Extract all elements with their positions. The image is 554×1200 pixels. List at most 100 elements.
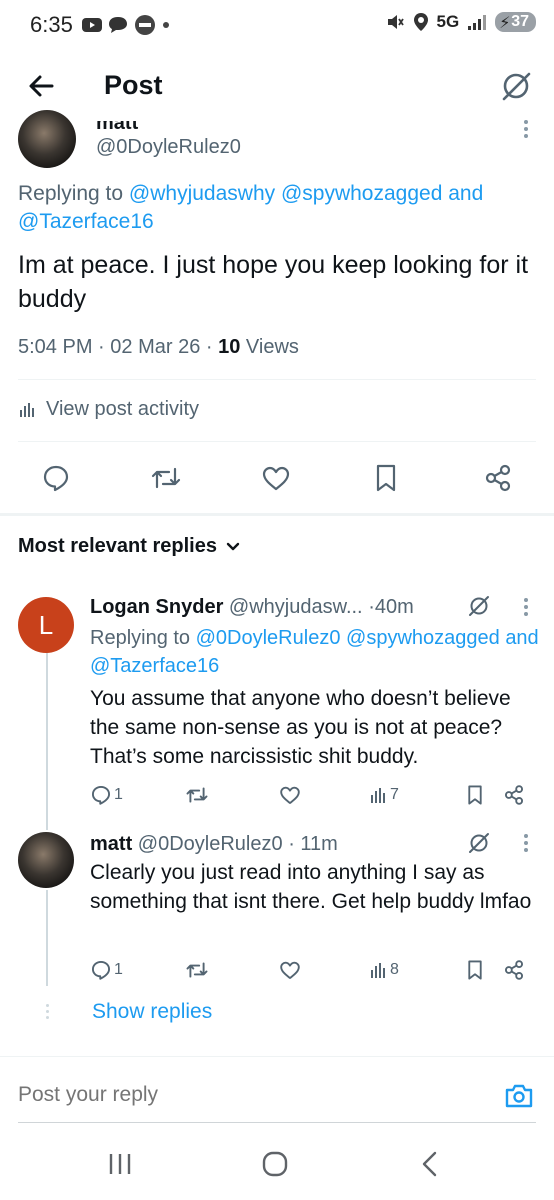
reply-icon [91, 960, 111, 980]
reply-age[interactable]: 40m [375, 596, 414, 618]
heart-icon [262, 466, 290, 491]
grok-icon [502, 72, 531, 101]
mention-conjunction[interactable]: and [448, 182, 483, 205]
reply-author-name[interactable]: matt [90, 833, 132, 855]
view-post-activity[interactable]: View post activity [18, 398, 199, 421]
recent-apps-button[interactable] [108, 1153, 132, 1175]
show-replies-link[interactable]: Show replies [92, 1000, 212, 1024]
grok-button[interactable] [496, 66, 536, 106]
repost-button[interactable] [185, 780, 209, 810]
reply-avatar[interactable] [18, 832, 74, 888]
mention-link[interactable]: @0DoyleRulez0 [196, 627, 341, 649]
like-button[interactable] [256, 458, 296, 498]
battery-level: 37 [511, 13, 529, 30]
reply-text: Clearly you just read into anything I sa… [90, 861, 532, 913]
mention-link[interactable]: @Tazerface16 [90, 655, 219, 677]
reply-actions: 1 8 [0, 955, 554, 985]
youtube-icon [82, 18, 102, 32]
heart-icon [280, 786, 300, 805]
replying-prefix: Replying to [18, 182, 124, 205]
like-button[interactable] [279, 955, 301, 985]
reply-author-handle[interactable]: @whyjudasw... [229, 596, 363, 618]
post-more-button[interactable] [516, 120, 536, 146]
mention-link[interactable]: @spywhozagged [281, 182, 442, 205]
grok-button[interactable] [466, 593, 492, 619]
reply-icon [43, 465, 69, 492]
back-arrow-icon [29, 75, 54, 97]
post-meta: 5:04 PM · 02 Mar 26 · 10 Views [18, 336, 299, 358]
replies-sort-label: Most relevant replies [18, 535, 217, 557]
composer-divider [0, 1056, 554, 1057]
repost-button[interactable] [185, 955, 209, 985]
repost-icon [186, 962, 208, 978]
mention-link[interactable]: @spywhozagged [346, 627, 500, 649]
share-button[interactable] [503, 955, 525, 985]
view-count: 8 [390, 961, 399, 978]
mention-conjunction[interactable]: and [505, 627, 538, 649]
replying-prefix: Replying to [90, 627, 191, 649]
avatar-letter: L [38, 609, 54, 640]
bookmark-icon [376, 464, 396, 492]
reply-count: 1 [114, 961, 123, 978]
like-button[interactable] [279, 780, 301, 810]
view-post-activity-label: View post activity [46, 398, 200, 420]
views-button[interactable]: 7 [370, 780, 399, 810]
news-icon [135, 15, 155, 35]
reply-button[interactable] [36, 458, 76, 498]
author-handle[interactable]: @0DoyleRulez0 [96, 136, 241, 159]
top-nav: Post [0, 52, 554, 122]
camera-icon [505, 1084, 533, 1108]
grok-button[interactable] [466, 830, 492, 856]
reply-button[interactable]: 1 [90, 780, 123, 810]
thread-continuation-dots [43, 1004, 51, 1022]
recents-icon [109, 1154, 131, 1174]
mute-icon [387, 15, 404, 29]
reply-header: matt @0DoyleRulez0 · 11m [90, 833, 338, 855]
analytics-icon [371, 963, 385, 978]
reply-avatar[interactable]: L [18, 597, 74, 653]
reply-age[interactable]: 11m [300, 833, 337, 855]
chevron-down-icon [226, 542, 240, 550]
system-navigation-bar [0, 1130, 554, 1200]
reply-header: Logan Snyder @whyjudasw... ·40m [90, 596, 414, 618]
views-button[interactable]: 8 [370, 955, 399, 985]
post-time[interactable]: 5:04 PM [18, 336, 92, 358]
more-vertical-icon [518, 598, 534, 616]
bookmark-button[interactable] [465, 780, 485, 810]
bookmark-button[interactable] [366, 458, 406, 498]
reply-more-button[interactable] [518, 598, 534, 620]
author-avatar[interactable] [18, 110, 76, 168]
reply-actions: 1 7 [0, 780, 554, 810]
status-time: 6:35 [30, 12, 73, 37]
home-icon [262, 1151, 288, 1177]
charging-icon: ⚡ [499, 15, 511, 32]
replies-sort-dropdown[interactable]: Most relevant replies [18, 535, 241, 558]
repost-button[interactable] [146, 458, 186, 498]
system-status-icons: 5G ⚡ 37 [385, 12, 536, 32]
home-button[interactable] [262, 1151, 288, 1177]
share-button[interactable] [503, 780, 525, 810]
reply-more-button[interactable] [518, 834, 534, 856]
repost-icon [186, 787, 208, 803]
mention-link[interactable]: @whyjudaswhy [129, 182, 275, 205]
share-button[interactable] [478, 458, 518, 498]
reply-icon [91, 785, 111, 805]
mention-link[interactable]: @Tazerface16 [18, 210, 154, 233]
reply-button[interactable]: 1 [90, 955, 123, 985]
replying-to-line: Replying to @0DoyleRulez0 @spywhozagged … [90, 624, 540, 680]
post-date[interactable]: 02 Mar 26 [110, 336, 200, 358]
analytics-icon [20, 402, 34, 417]
system-back-button[interactable] [420, 1151, 440, 1177]
replying-to-line: Replying to @whyjudaswhy @spywhozagged a… [18, 180, 538, 236]
post-actions [0, 456, 554, 502]
reply-input[interactable] [18, 1083, 468, 1107]
share-icon [504, 960, 524, 980]
section-divider [0, 513, 554, 516]
bookmark-button[interactable] [465, 955, 485, 985]
reply-author-handle[interactable]: @0DoyleRulez0 [138, 833, 283, 855]
reply-author-name[interactable]: Logan Snyder [90, 596, 223, 618]
camera-button[interactable] [503, 1080, 535, 1112]
post-text: Im at peace. I just hope you keep lookin… [18, 251, 529, 313]
back-button[interactable] [22, 66, 62, 106]
divider [18, 441, 536, 442]
